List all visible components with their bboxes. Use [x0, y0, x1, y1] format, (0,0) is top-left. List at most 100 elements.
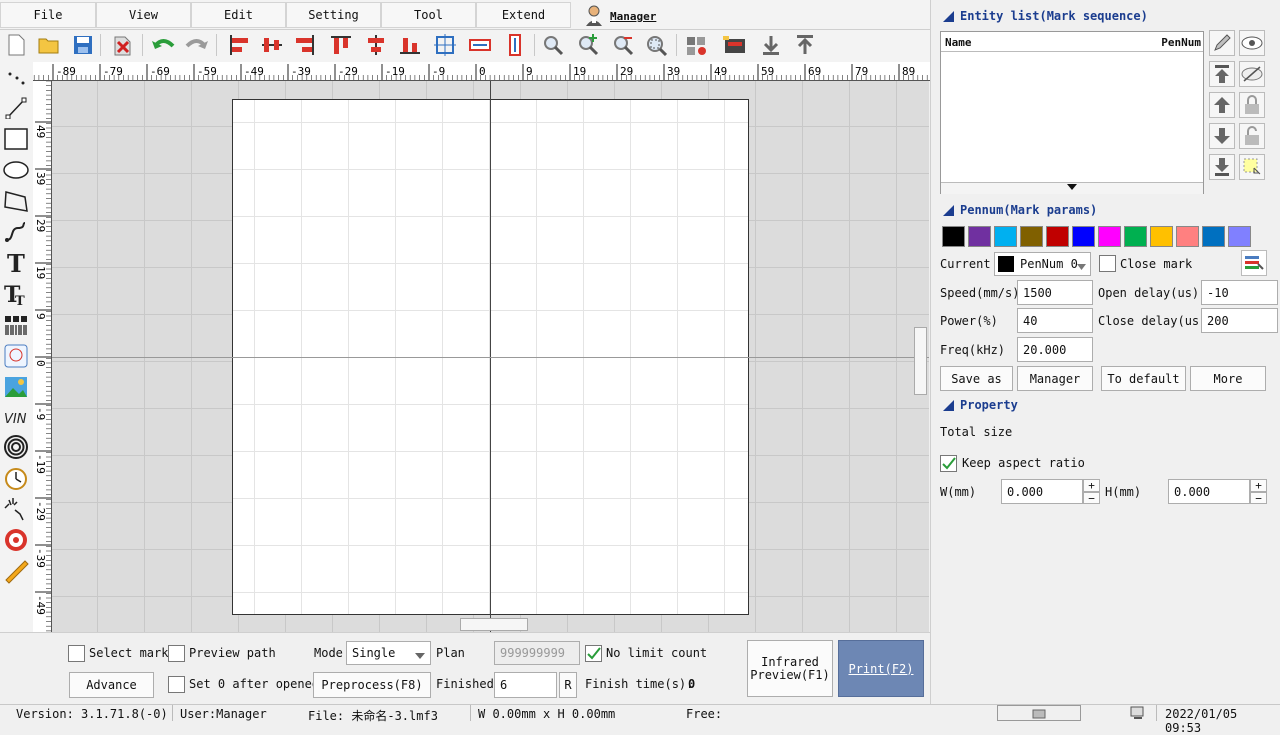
vertical-scrollbar-thumb[interactable]	[914, 327, 927, 395]
fit-height-icon[interactable]	[502, 32, 528, 58]
no-limit-count-checkbox[interactable]	[585, 645, 602, 662]
height-increment-button[interactable]: +	[1250, 479, 1267, 492]
pen-color-swatch[interactable]	[1046, 226, 1069, 247]
menu-file[interactable]: File	[0, 2, 96, 28]
print-button[interactable]: Print(F2)	[838, 640, 924, 697]
target-tool-icon[interactable]	[3, 527, 29, 553]
hide-entity-icon[interactable]	[1239, 61, 1265, 87]
redo-icon[interactable]	[184, 32, 210, 58]
rectangle-tool-icon[interactable]	[3, 126, 29, 152]
more-button[interactable]: More	[1190, 366, 1266, 391]
finished-input[interactable]: 6	[494, 672, 557, 698]
center-object-icon[interactable]	[432, 32, 458, 58]
align-center-h-icon[interactable]	[363, 32, 389, 58]
open-delay-input[interactable]: -10	[1201, 280, 1278, 305]
ruler-tool-icon[interactable]	[3, 558, 29, 584]
bitmap-tool-icon[interactable]	[3, 374, 29, 400]
open-folder-icon[interactable]	[36, 32, 62, 58]
align-right-icon[interactable]	[292, 32, 318, 58]
mark-output-tool-icon[interactable]	[3, 496, 29, 522]
align-bottom-icon[interactable]	[397, 32, 423, 58]
user-menu[interactable]: Manager	[584, 4, 656, 29]
select-entity-icon[interactable]	[1239, 154, 1265, 180]
collapse-triangle-icon[interactable]	[943, 204, 954, 216]
pen-color-swatch[interactable]	[1150, 226, 1173, 247]
show-entity-icon[interactable]	[1239, 30, 1265, 56]
save-as-button[interactable]: Save as	[940, 366, 1013, 391]
to-default-button[interactable]: To default	[1101, 366, 1186, 391]
pen-color-swatch[interactable]	[1020, 226, 1043, 247]
line-tool-icon[interactable]	[3, 95, 29, 121]
move-top-icon[interactable]	[1209, 61, 1235, 87]
entity-list-table[interactable]: Name PenNum	[940, 31, 1204, 194]
current-pen-select[interactable]: PenNum 0	[994, 252, 1091, 276]
pen-manager-button[interactable]: Manager	[1017, 366, 1093, 391]
polygon-tool-icon[interactable]	[3, 188, 29, 214]
width-increment-button[interactable]: +	[1083, 479, 1100, 492]
set0-after-opened-checkbox[interactable]	[168, 676, 185, 693]
zoom-icon[interactable]	[540, 32, 566, 58]
ellipse-tool-icon[interactable]	[3, 157, 29, 183]
reset-finished-button[interactable]: R	[559, 672, 577, 698]
zoom-fit-icon[interactable]	[643, 32, 669, 58]
pen-color-swatch[interactable]	[1098, 226, 1121, 247]
laser-device-icon[interactable]	[722, 32, 748, 58]
status-device-icon[interactable]	[997, 705, 1081, 721]
upload-icon[interactable]	[792, 32, 818, 58]
fit-width-icon[interactable]	[467, 32, 493, 58]
vin-tool-icon[interactable]: VIN	[3, 405, 29, 431]
align-left-icon[interactable]	[226, 32, 252, 58]
infrared-preview-button[interactable]: Infrared Preview(F1)	[747, 640, 833, 697]
spiral-tool-icon[interactable]	[3, 434, 29, 460]
menu-tool[interactable]: Tool	[381, 2, 476, 28]
zoom-in-icon[interactable]	[575, 32, 601, 58]
dot-tool-icon[interactable]	[3, 64, 29, 90]
menu-view[interactable]: View	[96, 2, 191, 28]
move-down-icon[interactable]	[1209, 123, 1235, 149]
save-icon[interactable]	[70, 32, 96, 58]
timer-tool-icon[interactable]	[3, 465, 29, 491]
pen-color-swatch[interactable]	[942, 226, 965, 247]
arc-text-tool-icon[interactable]: TT	[3, 281, 29, 307]
menu-extend[interactable]: Extend	[476, 2, 571, 28]
preprocess-button[interactable]: Preprocess(F8)	[313, 672, 431, 698]
pen-color-swatch[interactable]	[994, 226, 1017, 247]
freq-input[interactable]: 20.000	[1017, 337, 1093, 362]
device-settings-icon[interactable]	[684, 32, 710, 58]
select-mark-checkbox[interactable]	[68, 645, 85, 662]
power-input[interactable]: 40	[1017, 308, 1093, 333]
menu-setting[interactable]: Setting	[286, 2, 381, 28]
height-decrement-button[interactable]: −	[1250, 492, 1267, 505]
new-file-icon[interactable]	[3, 32, 29, 58]
text-tool-icon[interactable]: T	[3, 250, 29, 276]
speed-input[interactable]: 1500	[1017, 280, 1093, 305]
plan-input[interactable]: 999999999	[494, 641, 580, 665]
pen-color-swatch[interactable]	[1072, 226, 1095, 247]
move-up-icon[interactable]	[1209, 92, 1235, 118]
close-mark-checkbox[interactable]	[1099, 255, 1116, 272]
vector-file-tool-icon[interactable]	[3, 343, 29, 369]
height-input[interactable]: 0.000	[1168, 479, 1250, 504]
pen-color-swatch[interactable]	[968, 226, 991, 247]
menu-edit[interactable]: Edit	[191, 2, 286, 28]
width-decrement-button[interactable]: −	[1083, 492, 1100, 505]
width-input[interactable]: 0.000	[1001, 479, 1083, 504]
delete-file-icon[interactable]	[110, 32, 136, 58]
align-top-icon[interactable]	[328, 32, 354, 58]
preview-path-checkbox[interactable]	[168, 645, 185, 662]
pen-color-swatch[interactable]	[1124, 226, 1147, 247]
lock-icon[interactable]	[1239, 92, 1265, 118]
curve-tool-icon[interactable]	[3, 219, 29, 245]
pen-color-swatch[interactable]	[1202, 226, 1225, 247]
keep-aspect-checkbox[interactable]	[940, 455, 957, 472]
download-icon[interactable]	[758, 32, 784, 58]
move-bottom-icon[interactable]	[1209, 154, 1235, 180]
align-center-v-icon[interactable]	[259, 32, 285, 58]
collapse-triangle-icon[interactable]	[943, 399, 954, 411]
design-canvas[interactable]	[52, 81, 929, 632]
pen-color-swatch[interactable]	[1228, 226, 1251, 247]
close-delay-input[interactable]: 200	[1201, 308, 1278, 333]
undo-icon[interactable]	[150, 32, 176, 58]
zoom-out-icon[interactable]	[610, 32, 636, 58]
advance-button[interactable]: Advance	[69, 672, 154, 698]
